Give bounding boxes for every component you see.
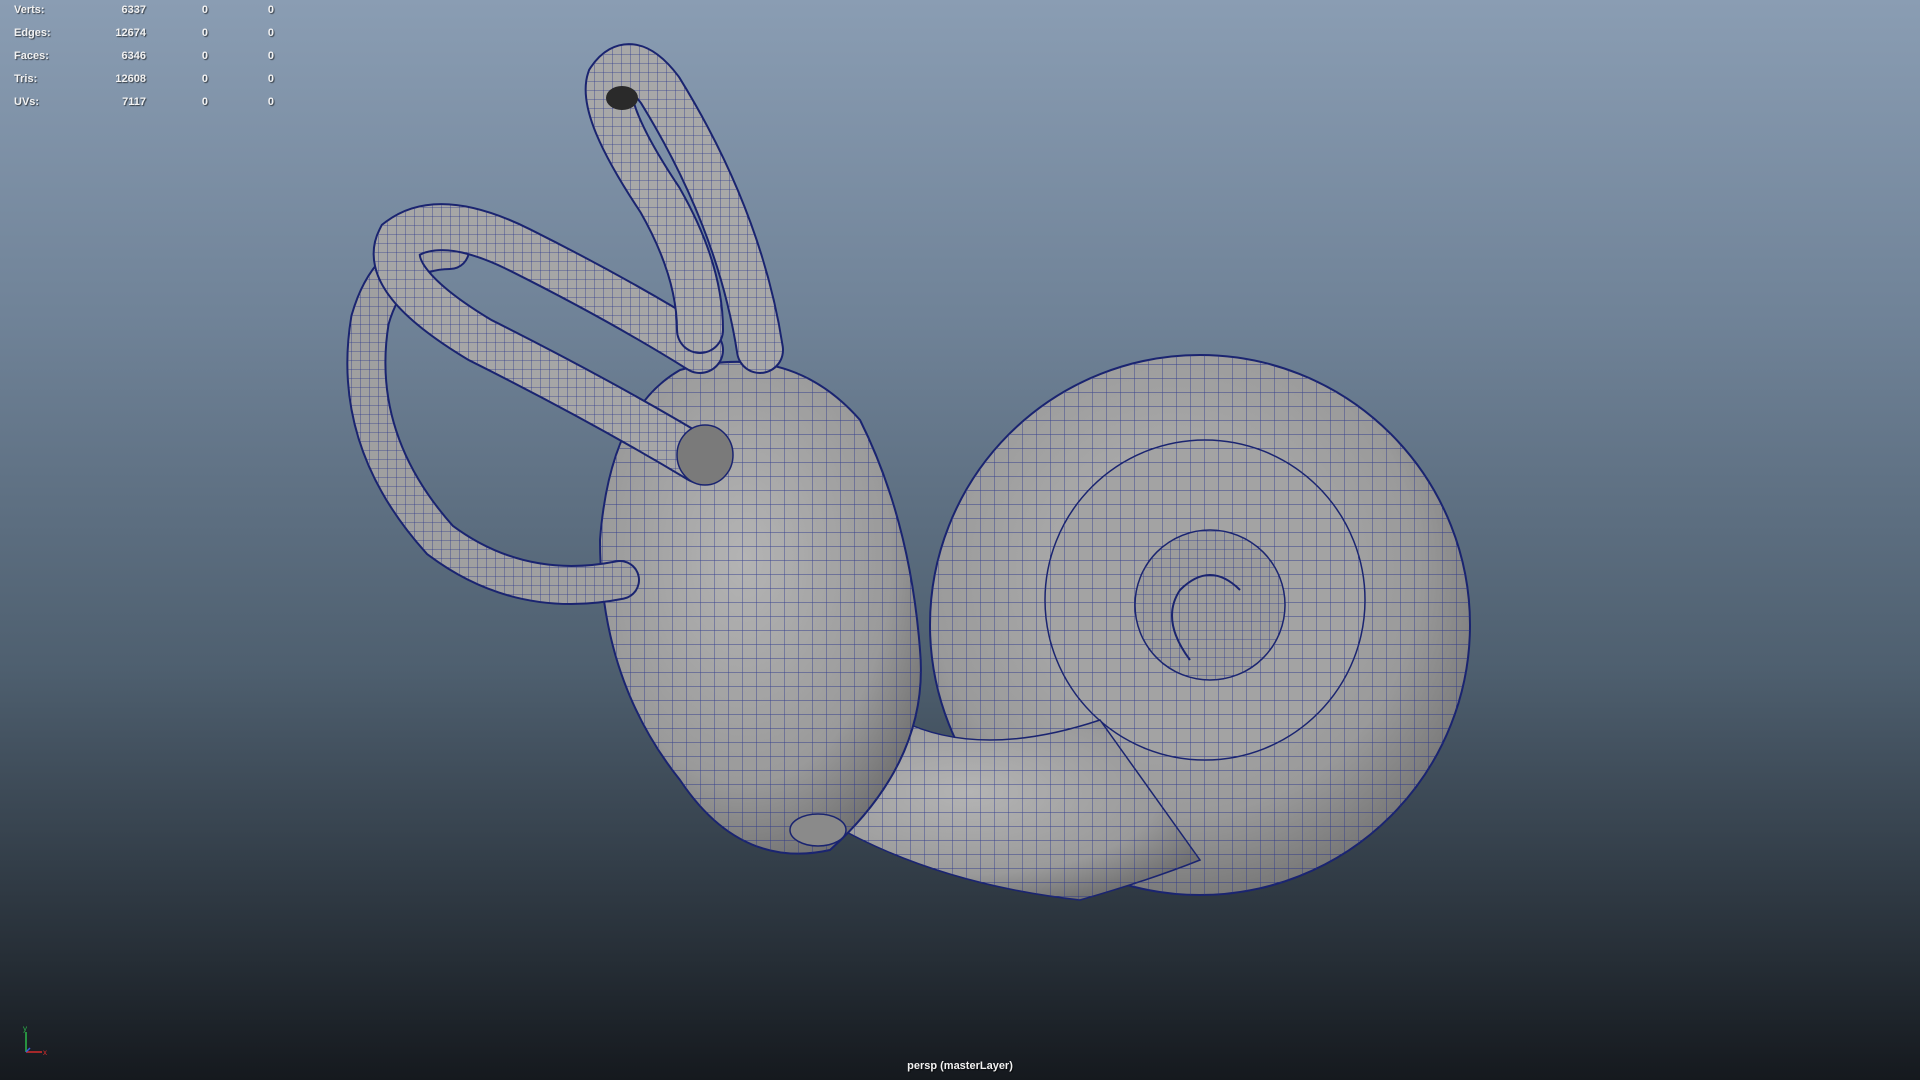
- y-axis-label: y: [23, 1024, 27, 1033]
- 3d-viewport[interactable]: Verts: 6337 0 0 Edges: 12674 0 0 Faces: …: [0, 0, 1920, 1080]
- x-axis-label: x: [43, 1048, 47, 1057]
- view-axis-gizmo: y x: [23, 1024, 47, 1057]
- inner-ear-mesh[interactable]: [0, 0, 1920, 1080]
- camera-label: persp (masterLayer): [907, 1060, 1013, 1072]
